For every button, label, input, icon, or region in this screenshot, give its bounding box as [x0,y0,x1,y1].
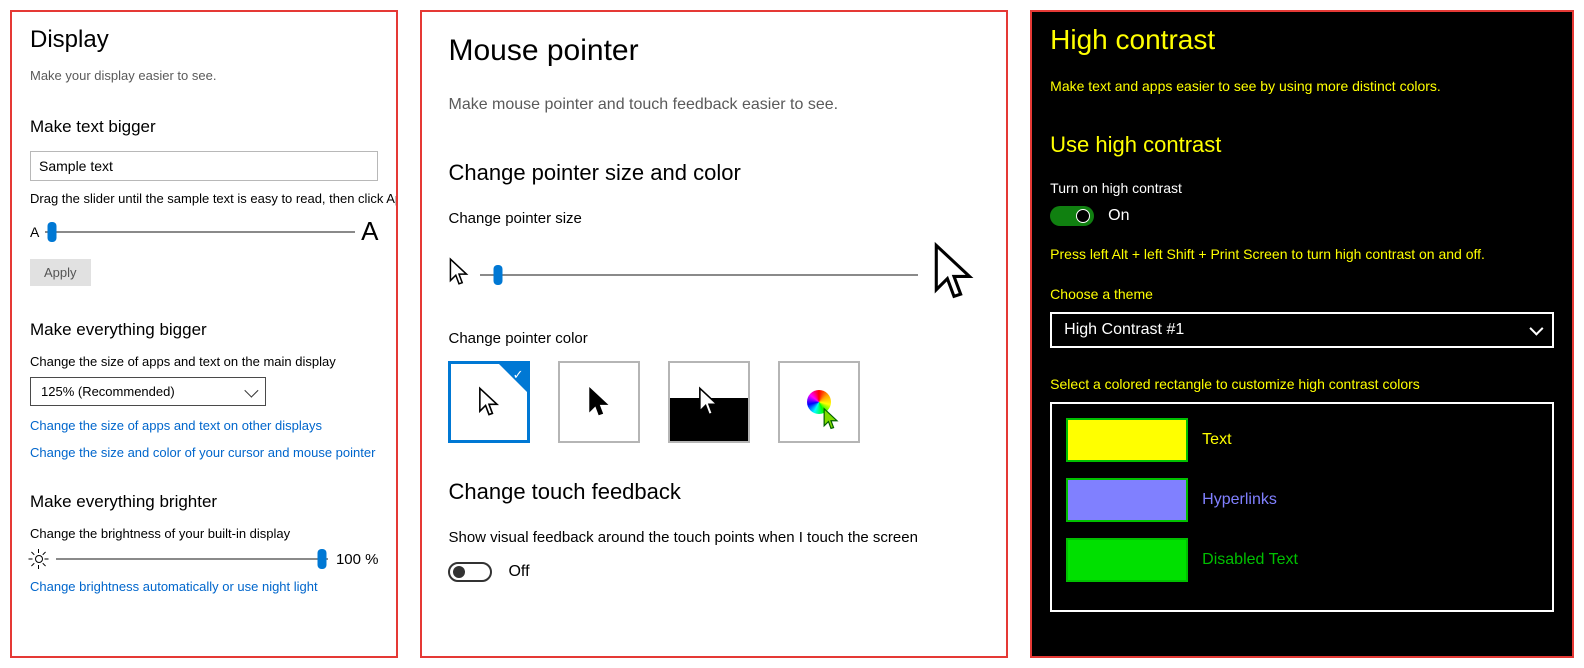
hc-subtitle: Make text and apps easier to see by usin… [1050,78,1554,94]
section-touch-feedback: Change touch feedback [448,479,980,505]
high-contrast-pane: High contrast Make text and apps easier … [1030,10,1574,658]
swatch-hyperlinks[interactable] [1066,478,1188,522]
theme-dropdown-value: High Contrast #1 [1064,321,1184,339]
chevron-down-icon [1529,322,1543,336]
link-other-displays[interactable]: Change the size of apps and text on othe… [30,418,378,433]
pointer-color-tiles: ✓ [448,361,980,443]
brightness-slider-row: 100 % [30,549,378,569]
mouse-pointer-pane: Mouse pointer Make mouse pointer and tou… [420,10,1008,658]
link-cursor-settings[interactable]: Change the size and color of your cursor… [30,445,378,460]
swatch-disabled-text[interactable] [1066,538,1188,582]
pointer-color-white[interactable]: ✓ [448,361,530,443]
customize-instruction: Select a colored rectangle to customize … [1050,376,1554,392]
section-use-high-contrast: Use high contrast [1050,132,1554,158]
link-night-light[interactable]: Change brightness automatically or use n… [30,579,378,594]
chevron-down-icon [244,383,258,397]
high-contrast-state: On [1108,207,1129,225]
brightness-label: Change the brightness of your built-in d… [30,526,378,541]
hc-title: High contrast [1050,24,1554,56]
brightness-slider[interactable] [56,549,328,569]
display-settings-pane: Display Make your display easier to see.… [10,10,398,658]
pointer-size-label: Change pointer size [448,210,980,227]
scale-label: Change the size of apps and text on the … [30,354,378,369]
small-cursor-icon [448,257,470,292]
small-a-icon: A [30,224,39,240]
brightness-value: 100 % [336,551,379,568]
choose-theme-label: Choose a theme [1050,286,1554,302]
mouse-title: Mouse pointer [448,34,980,68]
touch-feedback-toggle[interactable] [448,562,492,582]
apply-button[interactable]: Apply [30,259,91,286]
scale-dropdown[interactable]: 125% (Recommended) [30,377,266,406]
display-title: Display [30,26,378,54]
swatch-text-label: Text [1202,431,1231,449]
swatch-text[interactable] [1066,418,1188,462]
section-make-everything-bigger: Make everything bigger [30,320,378,340]
swatch-hyperlinks-label: Hyperlinks [1202,491,1277,509]
pointer-color-label: Change pointer color [448,330,980,347]
touch-feedback-state: Off [508,563,529,581]
text-size-slider-row: A A [30,216,378,247]
section-make-text-bigger: Make text bigger [30,117,378,137]
sun-icon [30,550,48,568]
pointer-color-black[interactable] [558,361,640,443]
high-contrast-toggle[interactable] [1050,206,1094,226]
pointer-color-custom[interactable] [778,361,860,443]
sample-text-preview: Sample text [30,151,378,181]
pointer-size-slider[interactable] [480,265,918,285]
section-change-pointer: Change pointer size and color [448,160,980,186]
theme-dropdown[interactable]: High Contrast #1 [1050,312,1554,348]
touch-feedback-label: Show visual feedback around the touch po… [448,529,980,546]
turn-on-label: Turn on high contrast [1050,180,1554,196]
big-cursor-icon [928,241,980,308]
text-size-slider[interactable] [45,222,355,242]
slider-instruction: Drag the slider until the sample text is… [30,191,378,206]
scale-dropdown-value: 125% (Recommended) [41,384,175,399]
swatch-disabled-text-label: Disabled Text [1202,551,1298,569]
swatch-container: Text Hyperlinks Disabled Text [1050,402,1554,612]
section-make-brighter: Make everything brighter [30,492,378,512]
hc-shortcut-hint: Press left Alt + left Shift + Print Scre… [1050,246,1554,262]
display-subtitle: Make your display easier to see. [30,68,378,83]
mouse-subtitle: Make mouse pointer and touch feedback ea… [448,96,980,114]
big-a-icon: A [361,216,378,247]
pointer-color-inverted[interactable] [668,361,750,443]
